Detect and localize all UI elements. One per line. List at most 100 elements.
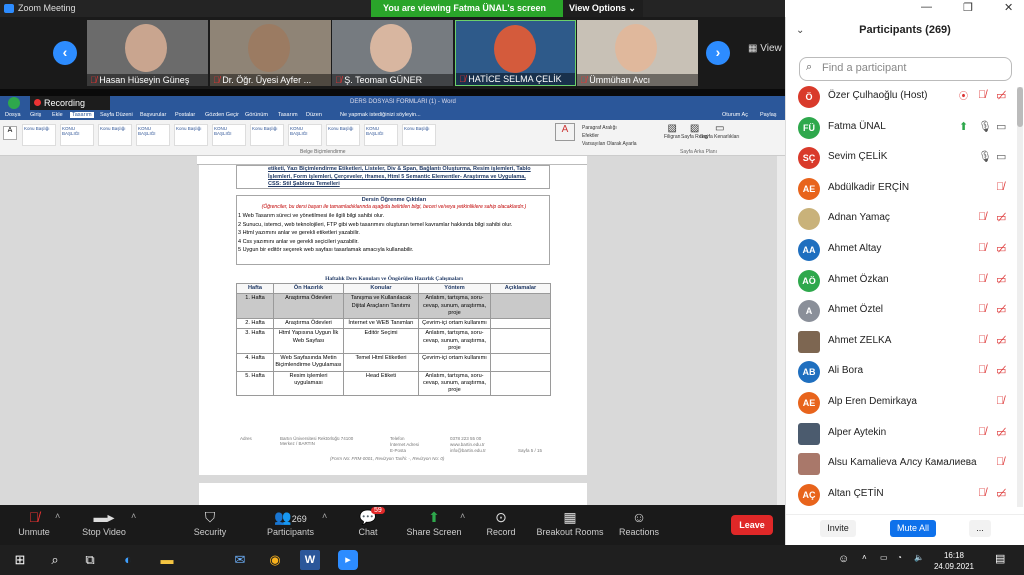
zoom-app-icon[interactable]: ▸ xyxy=(338,550,358,570)
table-cell[interactable]: Anlatım, tartışma, soru-cevap, sunum, ar… xyxy=(418,370,491,397)
paragraph-spacing-button[interactable]: Paragraf Aralığı xyxy=(582,124,637,132)
participant-row[interactable]: AÇ Altan ÇETİN 🎙̸ ▭̸ xyxy=(786,482,1016,512)
ribbon-tab[interactable]: Giriş xyxy=(30,112,41,118)
maximize-icon[interactable]: ❐ xyxy=(963,1,973,14)
stop-video-button[interactable]: ▬▸ Stop Video xyxy=(80,509,128,537)
participant-row[interactable]: Ö Özer Çulhaoğlu (Host) ⦿ 🎙̸ ▭̸ xyxy=(786,84,1016,114)
style-gallery-item[interactable]: Konu Başlığı xyxy=(326,124,360,146)
view-button[interactable]: ▦ View xyxy=(748,43,782,54)
muted-mic-icon[interactable]: 🎙̸ xyxy=(978,364,986,376)
view-options-button[interactable]: View Options ⌄ xyxy=(563,0,643,17)
person-icon[interactable]: ☺ xyxy=(838,553,849,565)
minimize-icon[interactable]: — xyxy=(921,1,932,13)
muted-mic-icon[interactable]: 🎙̸ xyxy=(978,273,986,285)
table-cell[interactable]: 5. Hafta xyxy=(236,370,274,397)
edge-browser-icon[interactable]: ◐ xyxy=(118,550,138,570)
share-link[interactable]: Paylaş xyxy=(760,112,777,118)
ribbon-tab[interactable]: Düzen xyxy=(306,112,322,118)
battery-icon[interactable]: ▭ xyxy=(880,553,888,562)
table-row[interactable]: 3. Hafta Html Yapısına Uygun İlk Web Say… xyxy=(236,328,551,355)
mic-icon[interactable]: 🎙 xyxy=(978,150,992,163)
mail-icon[interactable]: ✉ xyxy=(230,550,250,570)
video-tile[interactable]: 🎙̸ Ş. Teoman GÜNER xyxy=(332,20,453,86)
video-options-chevron-icon[interactable]: ˄ xyxy=(131,511,136,521)
ribbon-tab[interactable]: Ekle xyxy=(52,112,63,118)
style-gallery-item[interactable]: KONU BAŞLIĞI xyxy=(136,124,170,146)
table-cell[interactable]: İnternet ve WEB Tanımları xyxy=(343,318,419,330)
ribbon-tab[interactable]: Görünüm xyxy=(245,112,268,118)
participant-row[interactable]: Alsu Kamalieva Алсу Камалиева 🎙̸ xyxy=(786,451,1016,481)
participant-row[interactable]: Alper Aytekin 🎙̸ ▭̸ xyxy=(786,421,1016,451)
participant-row[interactable]: Ahmet ZELKA 🎙̸ ▭̸ xyxy=(786,329,1016,359)
table-cell[interactable]: Anlatım, tartışma, soru-cevap, sunum, ar… xyxy=(418,328,491,355)
tray-chevron-icon[interactable]: ˄ xyxy=(862,553,867,562)
record-button[interactable]: ⊙ Record xyxy=(484,509,518,537)
colors-icon[interactable]: A xyxy=(555,123,575,141)
participants-options-chevron-icon[interactable]: ˄ xyxy=(322,511,327,521)
mute-all-button[interactable]: Mute All xyxy=(890,520,936,537)
muted-mic-icon[interactable]: 🎙̸ xyxy=(996,181,1004,193)
style-gallery-item[interactable]: Konu Başlığı xyxy=(174,124,208,146)
participant-row[interactable]: AE Abdülkadir ERÇİN 🎙̸ xyxy=(786,176,1016,206)
notifications-icon[interactable]: ▤ xyxy=(995,552,1005,565)
share-options-chevron-icon[interactable]: ˄ xyxy=(460,511,465,521)
table-cell[interactable]: Çevrim-içi ortam kullanımı xyxy=(418,318,491,330)
style-gallery-item[interactable]: KONU BAŞLIĞI xyxy=(212,124,246,146)
participant-row[interactable]: SÇ Sevim ÇELİK 🎙 ▭ xyxy=(786,145,1016,175)
invite-button[interactable]: Invite xyxy=(820,520,856,537)
close-icon[interactable]: ✕ xyxy=(1004,1,1013,14)
participant-row[interactable]: Adnan Yamaç 🎙̸ ▭̸ xyxy=(786,206,1016,236)
table-cell[interactable]: Head Etiketi xyxy=(343,370,419,397)
unmute-button[interactable]: 🎙̸ Unmute xyxy=(14,509,54,537)
participant-row[interactable]: AA Ahmet Altay 🎙̸ ▭̸ xyxy=(786,237,1016,267)
table-cell[interactable] xyxy=(490,353,551,372)
clock[interactable]: 16:18 24.09.2021 xyxy=(932,550,976,572)
watermark-button[interactable]: ▧ Filigran xyxy=(664,123,680,140)
participant-row[interactable]: AB Ali Bora 🎙̸ ▭̸ xyxy=(786,359,1016,389)
themes-icon[interactable]: A xyxy=(3,126,17,140)
next-page-button[interactable]: › xyxy=(706,41,730,65)
recording-indicator[interactable]: Recording xyxy=(30,96,110,110)
ribbon-tab[interactable]: Başvurular xyxy=(140,112,166,118)
table-cell[interactable]: Anlatım, tartışma, soru-cevap, sunum, ar… xyxy=(418,293,491,320)
participant-row[interactable]: AÖ Ahmet Özkan 🎙̸ ▭̸ xyxy=(786,268,1016,298)
muted-mic-icon[interactable]: 🎙̸ xyxy=(996,456,1004,468)
table-row[interactable]: 4. Hafta Web Sayfasında Metin Biçimlendi… xyxy=(236,353,551,372)
leave-button[interactable]: Leave xyxy=(731,515,773,535)
muted-mic-icon[interactable]: 🎙̸ xyxy=(978,242,986,254)
audio-options-chevron-icon[interactable]: ˄ xyxy=(55,511,60,521)
task-view-icon[interactable]: ⧉ xyxy=(80,550,100,570)
table-cell[interactable] xyxy=(490,293,551,320)
volume-icon[interactable]: 🔈 xyxy=(914,553,924,562)
security-button[interactable]: ⛉ Security xyxy=(190,509,230,537)
signin-link[interactable]: Oturum Aç xyxy=(722,112,748,118)
table-cell[interactable]: Editör Seçimi xyxy=(343,328,419,355)
muted-mic-icon[interactable]: 🎙̸ xyxy=(978,487,986,499)
style-gallery-item[interactable]: Konu Başlığı xyxy=(22,124,56,146)
style-gallery-item[interactable]: KONU BAŞLIĞI xyxy=(288,124,322,146)
style-gallery-item[interactable]: Konu Başlığı xyxy=(402,124,436,146)
table-cell[interactable]: Web Sayfasında Metin Biçimlendirme Uygul… xyxy=(273,353,344,372)
table-cell[interactable] xyxy=(490,328,551,355)
find-participant-input[interactable]: ⌕ Find a participant xyxy=(799,57,1012,81)
ribbon-tab[interactable]: Dosya xyxy=(5,112,21,118)
video-tile[interactable]: 🎙̸ Hasan Hüseyin Güneş xyxy=(87,20,208,86)
muted-mic-icon[interactable]: 🎙̸ xyxy=(978,89,986,101)
table-cell[interactable]: Tanışma ve Kullanılacak Dijital Araçları… xyxy=(343,293,419,320)
document-scrollbar[interactable] xyxy=(777,156,785,505)
word-app-icon[interactable]: W xyxy=(300,550,320,570)
style-gallery-item[interactable]: Konu Başlığı xyxy=(250,124,284,146)
muted-mic-icon[interactable]: 🎙̸ xyxy=(978,334,986,346)
style-gallery-item[interactable]: Konu Başlığı xyxy=(98,124,132,146)
participants-button[interactable]: 👥269 Participants xyxy=(263,509,318,537)
table-cell[interactable] xyxy=(490,318,551,330)
table-row-selected[interactable]: 1. Hafta Araştırma Ödevleri Tanışma ve K… xyxy=(236,293,551,320)
table-cell[interactable]: 1. Hafta xyxy=(236,293,274,320)
network-icon[interactable]: ◔ xyxy=(897,553,902,562)
ribbon-tab[interactable]: Tasarım xyxy=(278,112,298,118)
more-options-button[interactable]: ... xyxy=(969,520,991,537)
prev-page-button[interactable]: ‹ xyxy=(53,41,77,65)
scrollbar-thumb[interactable] xyxy=(1017,87,1023,127)
muted-mic-icon[interactable]: 🎙̸ xyxy=(978,426,986,438)
table-cell[interactable] xyxy=(490,370,551,397)
